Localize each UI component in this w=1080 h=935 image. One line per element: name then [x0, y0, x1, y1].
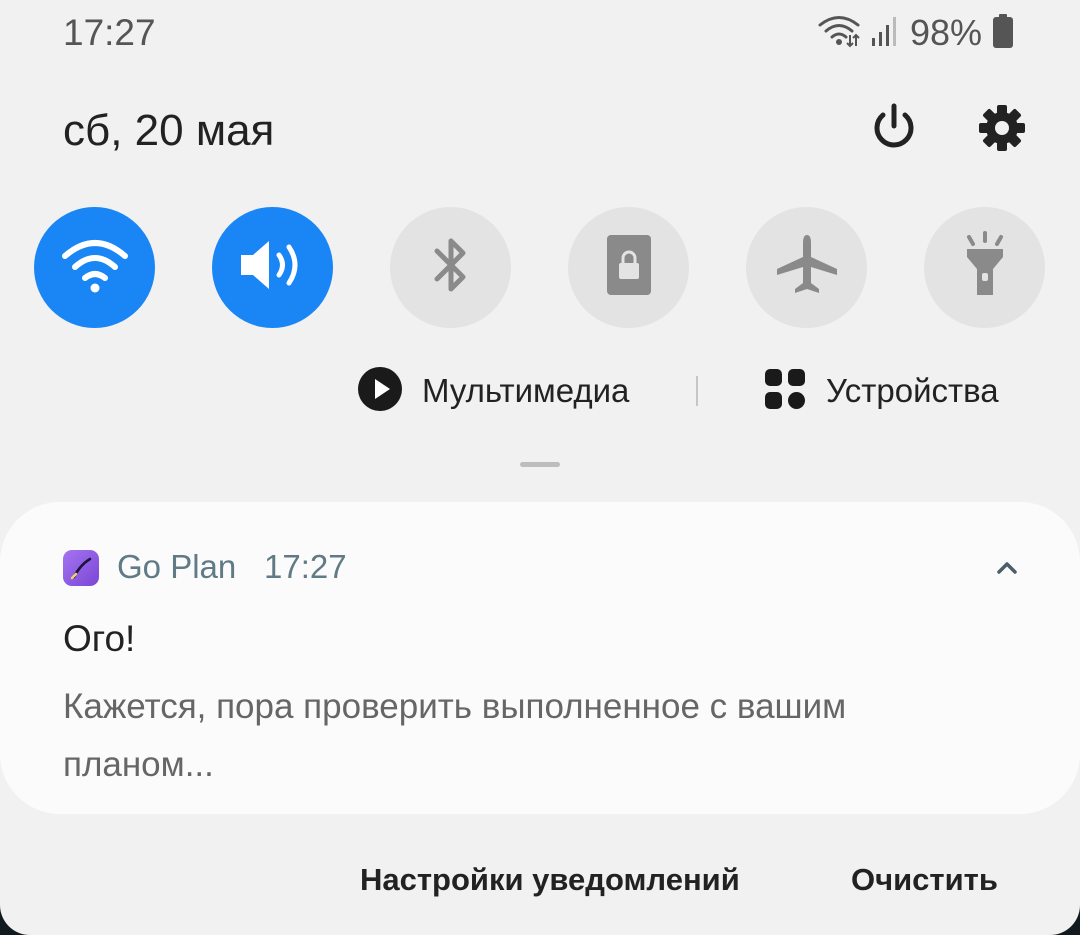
rotation-lock-toggle[interactable] [568, 207, 689, 328]
notification-panel: 17:27 98% сб, 20 мая Мультимедиа Устройс… [0, 0, 1080, 935]
gear-icon[interactable] [974, 100, 1030, 156]
bluetooth-toggle[interactable] [390, 207, 511, 328]
airplane-mode-toggle[interactable] [746, 207, 867, 328]
power-icon[interactable] [866, 100, 922, 156]
devices-button[interactable]: Устройства [764, 368, 999, 414]
clear-button[interactable]: Очистить [851, 862, 998, 898]
media-separator [696, 376, 698, 406]
notification-settings-button[interactable]: Настройки уведомлений [360, 862, 740, 898]
wifi-toggle[interactable] [34, 207, 155, 328]
status-icons: 98% [818, 10, 1014, 56]
status-time: 17:27 [63, 12, 156, 53]
wifi-data-icon [818, 14, 860, 53]
date-label: сб, 20 мая [63, 106, 275, 155]
panel-drag-handle[interactable] [520, 462, 560, 467]
battery-percent: 98% [909, 12, 982, 53]
wifi-icon [59, 234, 131, 301]
battery-icon [992, 13, 1014, 54]
flashlight-icon [959, 231, 1011, 304]
notification-body: Кажется, пора проверить выполненное с ва… [63, 687, 847, 784]
chevron-up-icon[interactable] [990, 554, 1024, 582]
media-button[interactable]: Мультимедиа [358, 366, 630, 416]
cellular-signal-icon [870, 14, 900, 53]
devices-label: Устройства [826, 372, 999, 409]
airplane-icon [773, 231, 841, 304]
speaker-icon [237, 237, 309, 298]
sound-toggle[interactable] [212, 207, 333, 328]
go-plan-app-icon [63, 550, 99, 586]
play-icon [358, 366, 402, 416]
media-label: Мультимедиа [422, 372, 630, 409]
notification-title: Ого! [63, 618, 136, 659]
notification-time: 17:27 [264, 548, 347, 585]
portrait-lock-icon [605, 233, 653, 302]
bluetooth-icon [431, 233, 471, 302]
devices-icon [764, 368, 806, 415]
flashlight-toggle[interactable] [924, 207, 1045, 328]
notification-app-name: Go Plan [117, 548, 237, 585]
